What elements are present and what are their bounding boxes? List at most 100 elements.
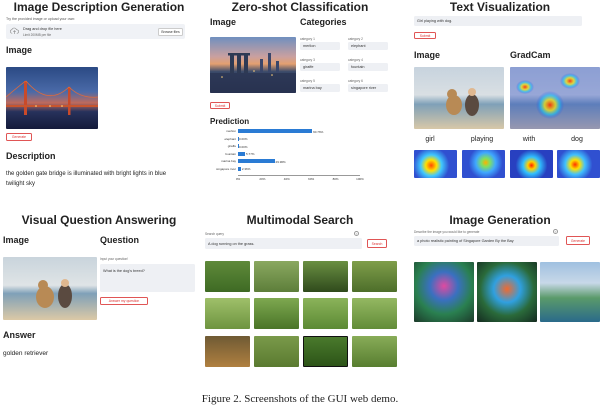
text-vis-image-heading: Image [414,50,441,60]
file-dropzone[interactable]: Drag and drop file here Limit 200MB per … [6,24,185,39]
text-vis-submit-button[interactable]: Submit [414,32,436,39]
prediction-bar [238,159,275,163]
search-query-label: Search query [205,232,224,236]
question-heading: Question [100,235,140,245]
category-input[interactable]: fountain [348,63,388,71]
x-axis-line [238,175,360,176]
zero-shot-image-heading: Image [210,17,237,27]
x-tick-label: 80% [332,177,339,181]
upload-hint: Try the provided image or upload your ow… [6,17,76,21]
word-label: with [522,136,536,143]
x-tick-label: 100% [356,177,364,181]
gradcam-heading: GradCam [510,50,551,60]
image-heading: Image [6,45,33,55]
question-input[interactable]: What is the dog's breed? [100,264,195,292]
search-query-input[interactable]: A dog running on the grass. [205,238,362,249]
category-input[interactable]: elephant [348,42,388,50]
prediction-bar [238,166,241,171]
category-input[interactable]: singapore river [348,84,388,92]
category-input[interactable]: giraffe [300,63,340,71]
bar-value-label: 5.77% [246,152,255,156]
bar-value-label: 0.00% [239,137,248,141]
category-label: category 1 [300,37,315,41]
zero-shot-title: Zero-shot Classification [231,0,369,14]
browse-files-button[interactable]: Browse files [158,27,183,36]
prediction-heading: Prediction [210,117,250,126]
bar-value-label: 29.96% [275,159,286,164]
bar-value-label: 0.00% [239,144,248,149]
x-tick-label: 60% [308,177,315,181]
prediction-bar-chart: merlion 60.76% elephant 0.00% giraffe 0.00% fo… [210,129,370,199]
image-generation-title: Image Generation [449,213,551,227]
search-result-image[interactable] [254,336,299,367]
description-text-line-1: the golden gate bridge is illuminated wi… [6,171,167,177]
zero-shot-submit-button[interactable]: Submit [210,102,230,109]
word-heatmap-with [510,150,553,178]
word-label: dog [571,136,583,143]
x-tick-label: 0% [235,177,241,181]
bar-category-label: merlion [226,129,236,133]
help-icon: ? [354,231,359,236]
multimodal-search-title: Multimodal Search [246,213,354,227]
generate-description-button[interactable]: Generate [6,133,32,141]
category-label: category 3 [300,58,315,62]
category-input[interactable]: marina bay [300,84,340,92]
question-input-label: Input your question! [100,257,128,261]
bar-category-label: giraffe [227,144,236,148]
vqa-image [3,257,97,320]
vqa-image-heading: Image [3,235,30,245]
vqa-title: Visual Question Answering [21,213,177,227]
bar-category-label: fountain [225,151,236,156]
bar-category-label: marina bay [221,159,236,163]
category-label: category 2 [348,37,363,41]
category-label: category 5 [300,79,315,83]
search-result-image[interactable] [205,298,250,329]
search-button[interactable]: Search [367,239,387,248]
description-text-line-2: twilight sky [6,181,36,187]
search-result-image[interactable] [352,298,397,329]
search-result-image[interactable] [303,336,348,367]
cloud-upload-icon [10,27,19,34]
search-result-image[interactable] [352,336,397,367]
generate-image-button[interactable]: Generate [566,236,590,245]
generated-image [414,262,474,322]
bar-category-label: singapore river [216,166,236,171]
answer-question-button[interactable]: Answer my question [100,297,148,305]
bar-value-label: 60.76% [313,129,324,134]
word-label: girl [425,136,435,143]
answer-text: golden retriever [3,350,49,357]
prediction-bar [238,151,246,156]
bar-category-label: elephant [224,136,236,141]
description-heading: Description [6,151,56,161]
search-result-image[interactable] [303,298,348,329]
help-icon: ? [553,229,558,234]
category-label: category 4 [348,58,363,62]
word-heatmap-dog [557,150,600,178]
search-result-image[interactable] [352,261,397,292]
prompt-label: Describe the image you would like to gen… [414,230,480,234]
image-description-title: Image Description Generation [13,0,185,14]
bar-value-label: 2.36% [241,167,251,171]
search-result-image[interactable] [303,261,348,292]
prediction-bar [238,129,313,133]
search-result-image[interactable] [254,298,299,329]
category-input[interactable]: merlion [300,42,340,50]
search-result-image[interactable] [205,336,250,367]
categories-heading: Categories [300,17,347,27]
word-label: playing [470,136,494,143]
prompt-input[interactable]: a photo realistic painting of Singapore … [414,236,559,246]
x-tick-label: 40% [283,177,290,181]
categories-grid: category 1 merlion category 2 elephant c… [300,37,390,97]
text-visualization-title: Text Visualization [449,0,551,14]
word-heatmap-girl [414,150,457,178]
category-label: category 6 [348,79,363,83]
answer-heading: Answer [3,330,36,340]
gradcam-image [510,67,600,129]
search-result-image[interactable] [205,261,250,292]
golden-gate-image [6,67,98,129]
generated-image [540,262,600,322]
x-tick-label: 20% [259,177,266,181]
text-vis-query-input[interactable]: Girl playing with dog. [414,16,582,26]
search-result-image[interactable] [254,261,299,292]
marina-bay-image [210,37,296,93]
